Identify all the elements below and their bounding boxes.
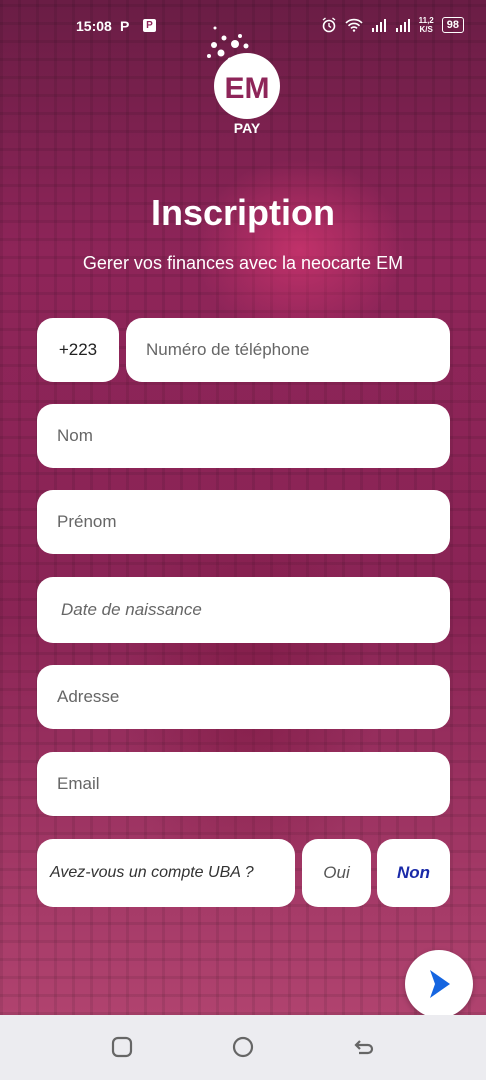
logo-pay-text: PAY [234, 120, 261, 136]
alarm-icon [322, 17, 336, 33]
battery-indicator: 98 [441, 17, 464, 33]
em-pay-logo: EM PAY [200, 24, 290, 139]
signal-icon-2 [395, 19, 410, 32]
network-speed-unit: K/S [419, 25, 433, 34]
square-icon[interactable] [110, 1035, 134, 1059]
system-nav-bar [0, 1015, 486, 1080]
next-button[interactable] [405, 950, 473, 1015]
notification-p-icon: P [120, 18, 130, 34]
adresse-input[interactable]: Adresse [37, 665, 450, 729]
page-title: Inscription [150, 192, 335, 233]
background-screen: 15:08 P P 11,2 K/S 98 EM PAY Inscription… [0, 0, 486, 1015]
notification-app-icon: P [143, 19, 156, 32]
circle-icon[interactable] [231, 1035, 255, 1059]
phone-input[interactable]: Numéro de téléphone [126, 318, 450, 382]
email-input[interactable]: Email [37, 752, 450, 816]
network-speed-value: 11,2 [418, 16, 434, 25]
network-speed: 11,2 K/S [419, 16, 434, 34]
country-code-selector[interactable]: +223 [37, 318, 119, 382]
status-time: 15:08 [76, 18, 112, 34]
status-right-group: 11,2 K/S 98 [321, 16, 464, 34]
uba-no-option[interactable]: Non [377, 839, 450, 907]
logo-mark-text: EM [225, 72, 270, 105]
prenom-input[interactable]: Prénom [37, 490, 450, 554]
wifi-icon [345, 18, 363, 32]
page-subtitle: Gerer vos finances avec la neocarte EM [82, 253, 404, 273]
date-of-birth-input[interactable]: Date de naissance [37, 577, 450, 643]
uba-account-question: Avez-vous un compte UBA ? [37, 839, 295, 907]
uba-yes-option[interactable]: Oui [302, 839, 371, 907]
signal-icon [371, 19, 386, 32]
nom-input[interactable]: Nom [37, 404, 450, 468]
back-icon[interactable] [352, 1035, 376, 1059]
chevron-right-icon [430, 970, 450, 998]
